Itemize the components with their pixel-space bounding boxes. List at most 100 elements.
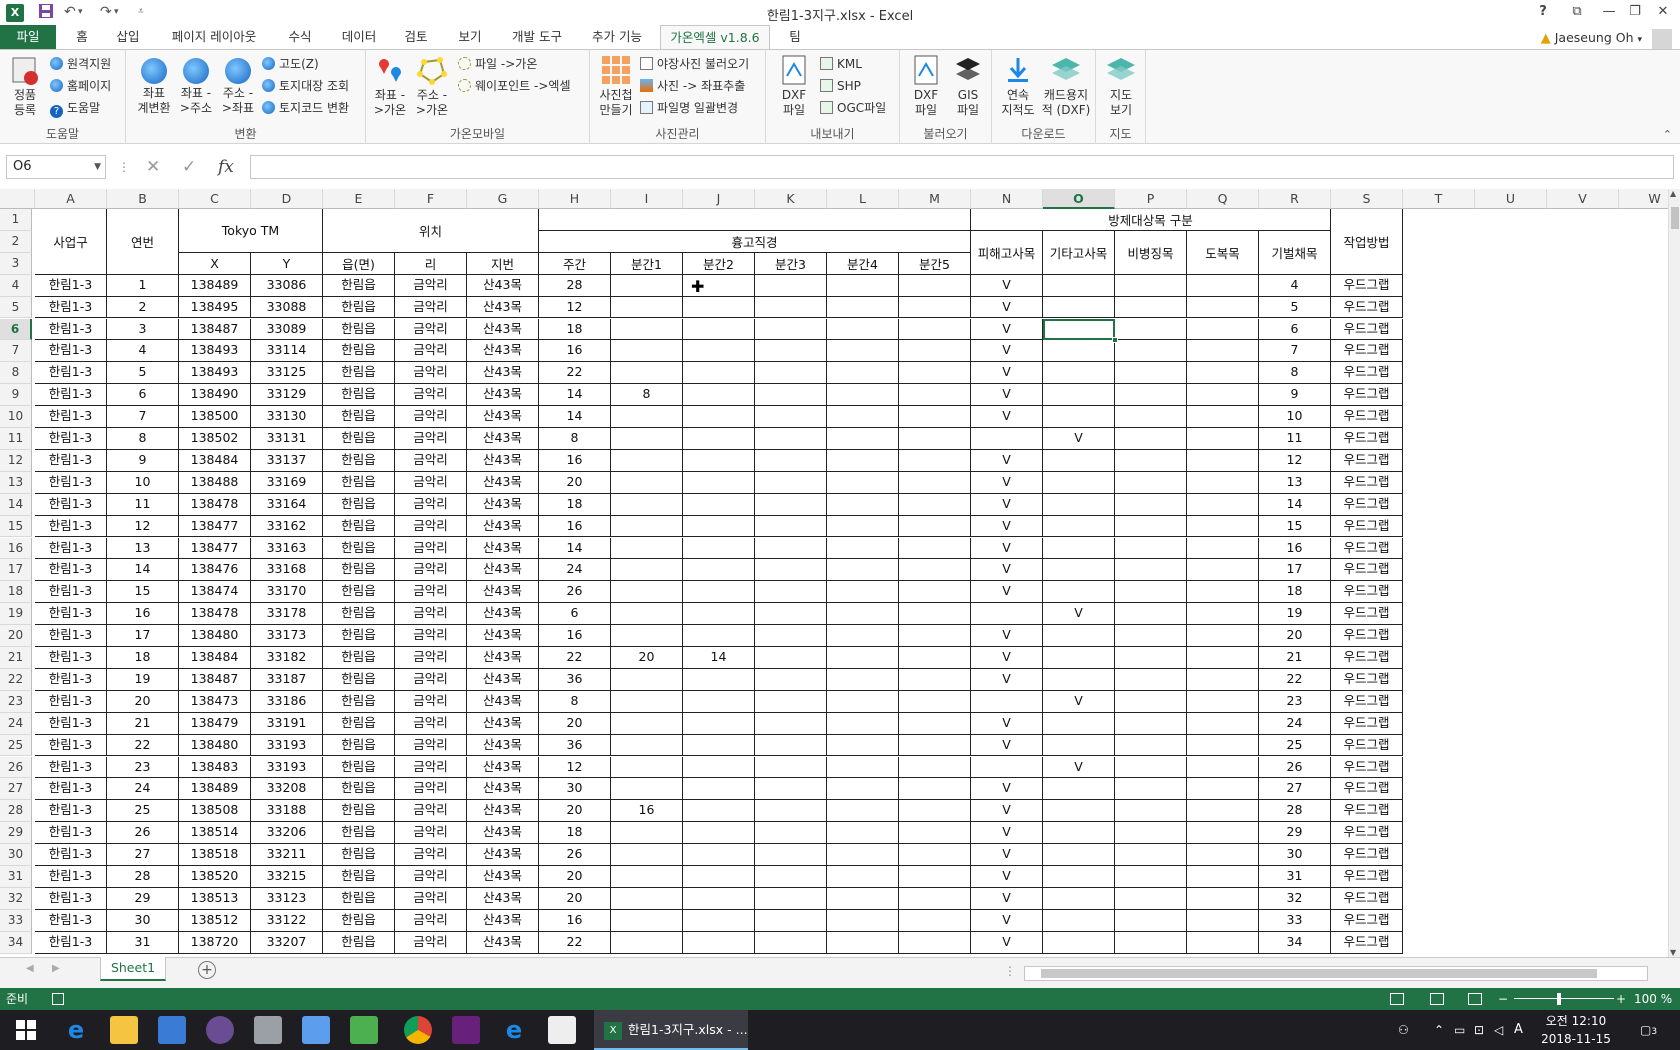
cell[interactable] <box>899 734 971 757</box>
cell[interactable]: 26 <box>1259 756 1331 779</box>
cell[interactable] <box>611 734 683 757</box>
cell[interactable]: V <box>1043 428 1115 450</box>
header-b2[interactable]: 분간2 <box>683 252 755 275</box>
cell[interactable]: 한림1-3 <box>35 734 107 757</box>
cell[interactable]: 24 <box>539 559 611 582</box>
cell[interactable] <box>683 800 755 823</box>
cell[interactable]: 3 <box>107 318 179 341</box>
header-trunk[interactable]: 주간 <box>539 252 611 275</box>
cell[interactable]: 8 <box>1259 362 1331 385</box>
cell[interactable]: 한림1-3 <box>35 318 107 341</box>
notification-icon[interactable]: ▢3 <box>1640 1010 1657 1050</box>
cell[interactable] <box>827 931 899 954</box>
cell[interactable]: 18 <box>107 647 179 669</box>
cell[interactable]: 한림1-3 <box>35 384 107 407</box>
row-header[interactable]: 22 <box>0 668 32 691</box>
cell[interactable] <box>683 603 755 626</box>
cell[interactable]: 한림읍 <box>323 449 395 472</box>
cell[interactable]: 16 <box>107 603 179 626</box>
cell[interactable]: 7 <box>1259 340 1331 363</box>
cell[interactable]: V <box>971 449 1043 472</box>
export-ogc-button[interactable]: OGC파일 <box>820 98 886 118</box>
cell[interactable] <box>827 822 899 845</box>
header-y[interactable]: Y <box>251 252 323 275</box>
cell[interactable]: 산43목 <box>467 712 539 735</box>
cell[interactable]: 우드그랩 <box>1331 537 1403 560</box>
cell[interactable] <box>683 406 755 428</box>
cell[interactable] <box>683 340 755 363</box>
cell[interactable]: 한림1-3 <box>35 406 107 428</box>
cell[interactable]: 한림읍 <box>323 581 395 604</box>
cell[interactable] <box>611 406 683 428</box>
cell[interactable] <box>1043 822 1115 845</box>
cell[interactable] <box>1115 428 1187 450</box>
cell[interactable] <box>1043 384 1115 407</box>
cell[interactable]: 우드그랩 <box>1331 778 1403 801</box>
row-header[interactable]: 15 <box>0 515 32 538</box>
cell[interactable] <box>1115 603 1187 626</box>
header-b5[interactable]: 분간5 <box>899 252 971 275</box>
cell[interactable]: 우드그랩 <box>1331 909 1403 932</box>
row-header[interactable]: 3 <box>0 252 32 275</box>
cell[interactable]: 산43목 <box>467 734 539 757</box>
cell[interactable]: 산43목 <box>467 778 539 801</box>
mail-icon[interactable] <box>548 1016 576 1044</box>
cell[interactable] <box>1115 471 1187 494</box>
cell[interactable]: V <box>971 844 1043 866</box>
cell[interactable]: 우드그랩 <box>1331 559 1403 582</box>
close-button[interactable]: ✕ <box>1650 2 1676 22</box>
cell[interactable] <box>827 340 899 363</box>
cell[interactable] <box>611 274 683 297</box>
cell[interactable] <box>755 822 827 845</box>
cell[interactable] <box>611 428 683 450</box>
cell[interactable]: 10 <box>1259 406 1331 428</box>
cell[interactable] <box>899 647 971 669</box>
cell[interactable] <box>683 515 755 538</box>
cell[interactable]: 산43목 <box>467 581 539 604</box>
cell[interactable] <box>683 581 755 604</box>
row-header[interactable]: 12 <box>0 449 32 472</box>
cell[interactable]: 138487 <box>179 668 251 691</box>
cell[interactable] <box>971 690 1043 713</box>
cell[interactable]: 산43목 <box>467 668 539 691</box>
cell[interactable]: 33088 <box>251 296 323 319</box>
active-cell[interactable] <box>1043 318 1115 341</box>
cell[interactable]: 우드그랩 <box>1331 406 1403 428</box>
cell[interactable]: 33125 <box>251 362 323 385</box>
tab-addins[interactable]: 추가 기능 <box>584 25 650 49</box>
tab-home[interactable]: 홈 <box>66 25 98 49</box>
cell[interactable] <box>683 318 755 341</box>
cell[interactable] <box>755 318 827 341</box>
cell[interactable] <box>755 274 827 297</box>
cell[interactable] <box>611 296 683 319</box>
cell[interactable] <box>827 537 899 560</box>
column-header[interactable]: O <box>1043 189 1115 209</box>
tab-data[interactable]: 데이터 <box>334 25 384 49</box>
vertical-scrollbar[interactable]: ▲ ▼ <box>1668 189 1680 957</box>
cell[interactable]: 한림읍 <box>323 340 395 363</box>
cell[interactable]: 한림읍 <box>323 406 395 428</box>
row-header[interactable]: 29 <box>0 822 32 845</box>
column-header[interactable]: D <box>251 189 323 209</box>
cell[interactable] <box>1043 515 1115 538</box>
cancel-icon[interactable]: ✕ <box>146 157 160 177</box>
row-header[interactable]: 24 <box>0 712 32 735</box>
cell[interactable] <box>611 712 683 735</box>
cell[interactable] <box>683 296 755 319</box>
cell[interactable]: 138493 <box>179 362 251 385</box>
cell[interactable] <box>611 822 683 845</box>
cell[interactable]: 한림읍 <box>323 690 395 713</box>
cell[interactable]: 20 <box>539 471 611 494</box>
cell[interactable]: 한림1-3 <box>35 296 107 319</box>
cell[interactable] <box>899 909 971 932</box>
cell[interactable]: 31 <box>1259 866 1331 888</box>
cell[interactable]: 16 <box>539 449 611 472</box>
sheet-tab-sheet1[interactable]: Sheet1 <box>100 957 166 981</box>
cell[interactable] <box>1043 581 1115 604</box>
cell[interactable]: 금악리 <box>395 515 467 538</box>
cell[interactable]: V <box>971 909 1043 932</box>
cell[interactable]: 33188 <box>251 800 323 823</box>
import-gis-button[interactable]: GIS 파일 <box>948 54 988 118</box>
cell[interactable] <box>755 581 827 604</box>
cell[interactable] <box>1187 866 1259 888</box>
